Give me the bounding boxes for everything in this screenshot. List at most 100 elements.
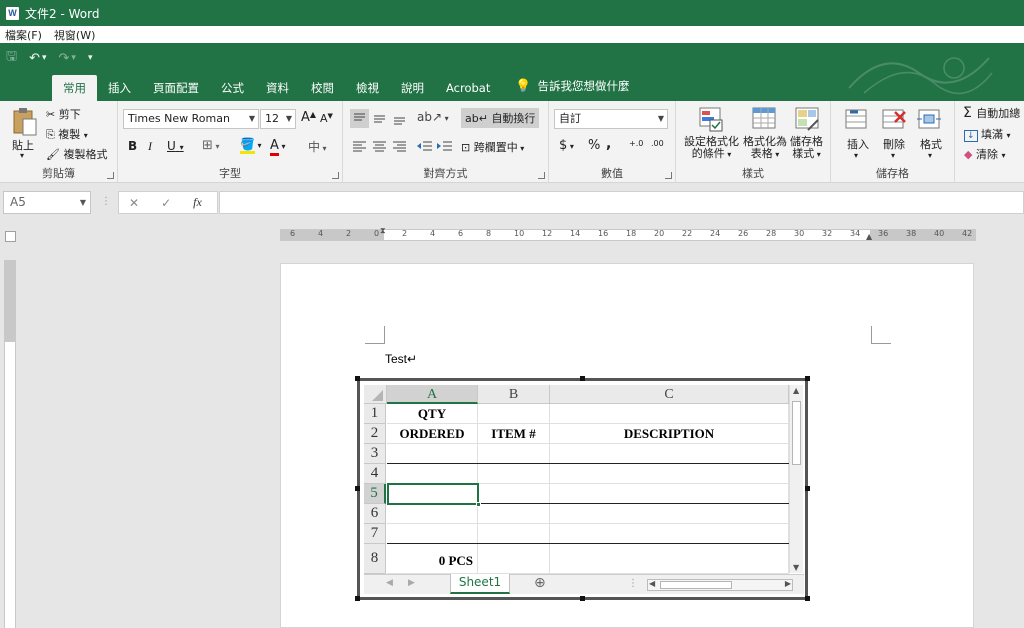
orientation-button[interactable]: ab↗ ▾ <box>417 110 449 124</box>
decrease-indent-icon[interactable] <box>415 137 434 159</box>
cell-b5[interactable] <box>478 484 550 504</box>
align-top-icon[interactable] <box>350 109 369 128</box>
undo-dropdown-icon[interactable]: ▾ <box>42 53 47 63</box>
chevron-down-icon[interactable]: ▼ <box>80 192 86 213</box>
resize-handle[interactable] <box>580 376 585 381</box>
hscroll-thumb[interactable] <box>660 581 732 589</box>
tab-formulas[interactable]: 公式 <box>210 75 255 101</box>
cell-b8[interactable] <box>478 544 550 574</box>
cell-styles-button[interactable]: 儲存格 樣式 ▾ <box>790 136 823 161</box>
fill-handle[interactable] <box>476 502 481 507</box>
row-header-4[interactable]: 4 <box>364 464 386 484</box>
save-icon[interactable]: 🖫 <box>6 47 17 69</box>
row-header-2[interactable]: 2 <box>364 424 386 444</box>
scroll-left-sheets-icon[interactable]: ◀ <box>386 578 393 588</box>
paste-icon[interactable] <box>11 107 37 140</box>
row-header-7[interactable]: 7 <box>364 524 386 544</box>
increase-indent-icon[interactable] <box>435 137 454 159</box>
scroll-down-icon[interactable]: ▼ <box>793 563 799 572</box>
resize-handle[interactable] <box>580 596 585 601</box>
cell-c8[interactable] <box>550 544 789 574</box>
formula-bar-grip-icon[interactable]: ⋮ <box>101 196 111 207</box>
copy-button[interactable]: ⎘ 複製 ▾ <box>46 126 88 142</box>
cell-b1[interactable] <box>478 404 550 424</box>
formula-input[interactable] <box>219 191 1024 214</box>
scroll-thumb[interactable] <box>792 401 801 465</box>
column-header-c[interactable]: C <box>550 385 789 404</box>
resize-handle[interactable] <box>805 486 810 491</box>
tab-acrobat[interactable]: Acrobat <box>435 75 501 101</box>
align-bottom-icon[interactable] <box>390 109 409 131</box>
resize-handle[interactable] <box>355 376 360 381</box>
cell-a8[interactable]: 0 PCS <box>387 544 478 574</box>
enter-icon[interactable]: ✓ <box>161 196 171 210</box>
format-cells-button[interactable]: 格式 <box>920 136 942 152</box>
cell-c1[interactable] <box>550 404 789 424</box>
cell-b2[interactable]: ITEM # <box>478 424 550 444</box>
wrap-text-button[interactable]: ab↵ 自動換行 <box>461 108 540 128</box>
increase-decimal-button[interactable]: +.0 <box>629 139 643 148</box>
scroll-up-icon[interactable]: ▲ <box>793 386 799 395</box>
clipboard-launcher-icon[interactable] <box>107 172 114 179</box>
tab-data[interactable]: 資料 <box>255 75 300 101</box>
undo-icon[interactable]: ↶ <box>29 51 40 66</box>
clear-button[interactable]: ◆ 清除 ▾ <box>964 146 1005 162</box>
number-format-select[interactable]: 自訂 ▼ <box>554 109 668 129</box>
tab-home[interactable]: 常用 <box>52 75 97 101</box>
merge-center-button[interactable]: ⊡ 跨欄置中 ▾ <box>461 139 524 155</box>
cell-a3[interactable] <box>387 444 478 464</box>
menu-file[interactable]: 檔案(F) <box>5 27 42 43</box>
paste-dropdown-icon[interactable]: ▾ <box>20 151 24 160</box>
tab-page-layout[interactable]: 頁面配置 <box>142 75 210 101</box>
italic-button[interactable]: I <box>148 139 152 154</box>
shrink-font-button[interactable]: A▼ <box>320 112 333 125</box>
column-header-a[interactable]: A <box>387 385 478 404</box>
cell-a4[interactable] <box>387 464 478 484</box>
cell-a7[interactable] <box>387 524 478 544</box>
underline-button[interactable]: U ▾ <box>167 139 184 153</box>
row-header-6[interactable]: 6 <box>364 504 386 524</box>
align-center-icon[interactable] <box>370 137 389 159</box>
format-as-table-button[interactable]: 格式化為 表格 ▾ <box>743 136 787 161</box>
menu-window[interactable]: 視窗(W) <box>54 27 95 43</box>
cell-c4[interactable] <box>550 464 789 484</box>
alignment-launcher-icon[interactable] <box>538 172 545 179</box>
percent-button[interactable]: % <box>588 138 600 153</box>
embedded-spreadsheet[interactable]: A B C 1 2 3 4 5 6 7 8 QTY ORDERED ITEM #… <box>357 378 808 600</box>
cell-b3[interactable] <box>478 444 550 464</box>
insert-function-button[interactable]: fx <box>193 195 202 210</box>
tab-review[interactable]: 校閱 <box>300 75 345 101</box>
row-header-3[interactable]: 3 <box>364 444 386 464</box>
horizontal-scrollbar[interactable]: ◀ ▶ <box>647 579 793 591</box>
customize-qat-icon[interactable]: ▾ <box>88 53 93 63</box>
name-box[interactable]: A5 ▼ <box>3 191 91 214</box>
font-color-button[interactable]: A ▾ <box>270 138 285 156</box>
cell-c7[interactable] <box>550 524 789 544</box>
resize-handle[interactable] <box>805 376 810 381</box>
tab-view[interactable]: 檢視 <box>345 75 390 101</box>
splitter-grip-icon[interactable]: ⋮ <box>628 578 638 589</box>
redo-icon[interactable]: ↷ <box>59 51 70 66</box>
tab-insert[interactable]: 插入 <box>97 75 142 101</box>
resize-handle[interactable] <box>805 596 810 601</box>
scroll-right-sheets-icon[interactable]: ▶ <box>408 578 415 588</box>
cell-c2[interactable]: DESCRIPTION <box>550 424 789 444</box>
cell-b4[interactable] <box>478 464 550 484</box>
cell-c3[interactable] <box>550 444 789 464</box>
column-header-b[interactable]: B <box>478 385 550 404</box>
tab-selector[interactable] <box>5 231 16 242</box>
cell-b6[interactable] <box>478 504 550 524</box>
align-right-icon[interactable] <box>390 137 409 159</box>
autosum-button[interactable]: Σ 自動加總 <box>963 105 1020 121</box>
insert-dropdown-icon[interactable]: ▾ <box>854 151 858 160</box>
font-launcher-icon[interactable] <box>332 172 339 179</box>
cell-c6[interactable] <box>550 504 789 524</box>
fill-color-button[interactable]: 🪣 ▾ <box>240 137 262 154</box>
conditional-format-button[interactable]: 設定格式化 的條件 ▾ <box>684 136 739 161</box>
scroll-left-icon[interactable]: ◀ <box>649 579 655 588</box>
align-middle-icon[interactable] <box>370 109 389 131</box>
right-indent-marker-icon[interactable]: ▲ <box>866 232 872 241</box>
redo-dropdown-icon[interactable]: ▾ <box>71 53 76 63</box>
font-name-select[interactable]: Times New Roman ▼ <box>123 109 259 129</box>
tell-me-box[interactable]: 💡 告訴我您想做什麼 <box>501 75 637 101</box>
